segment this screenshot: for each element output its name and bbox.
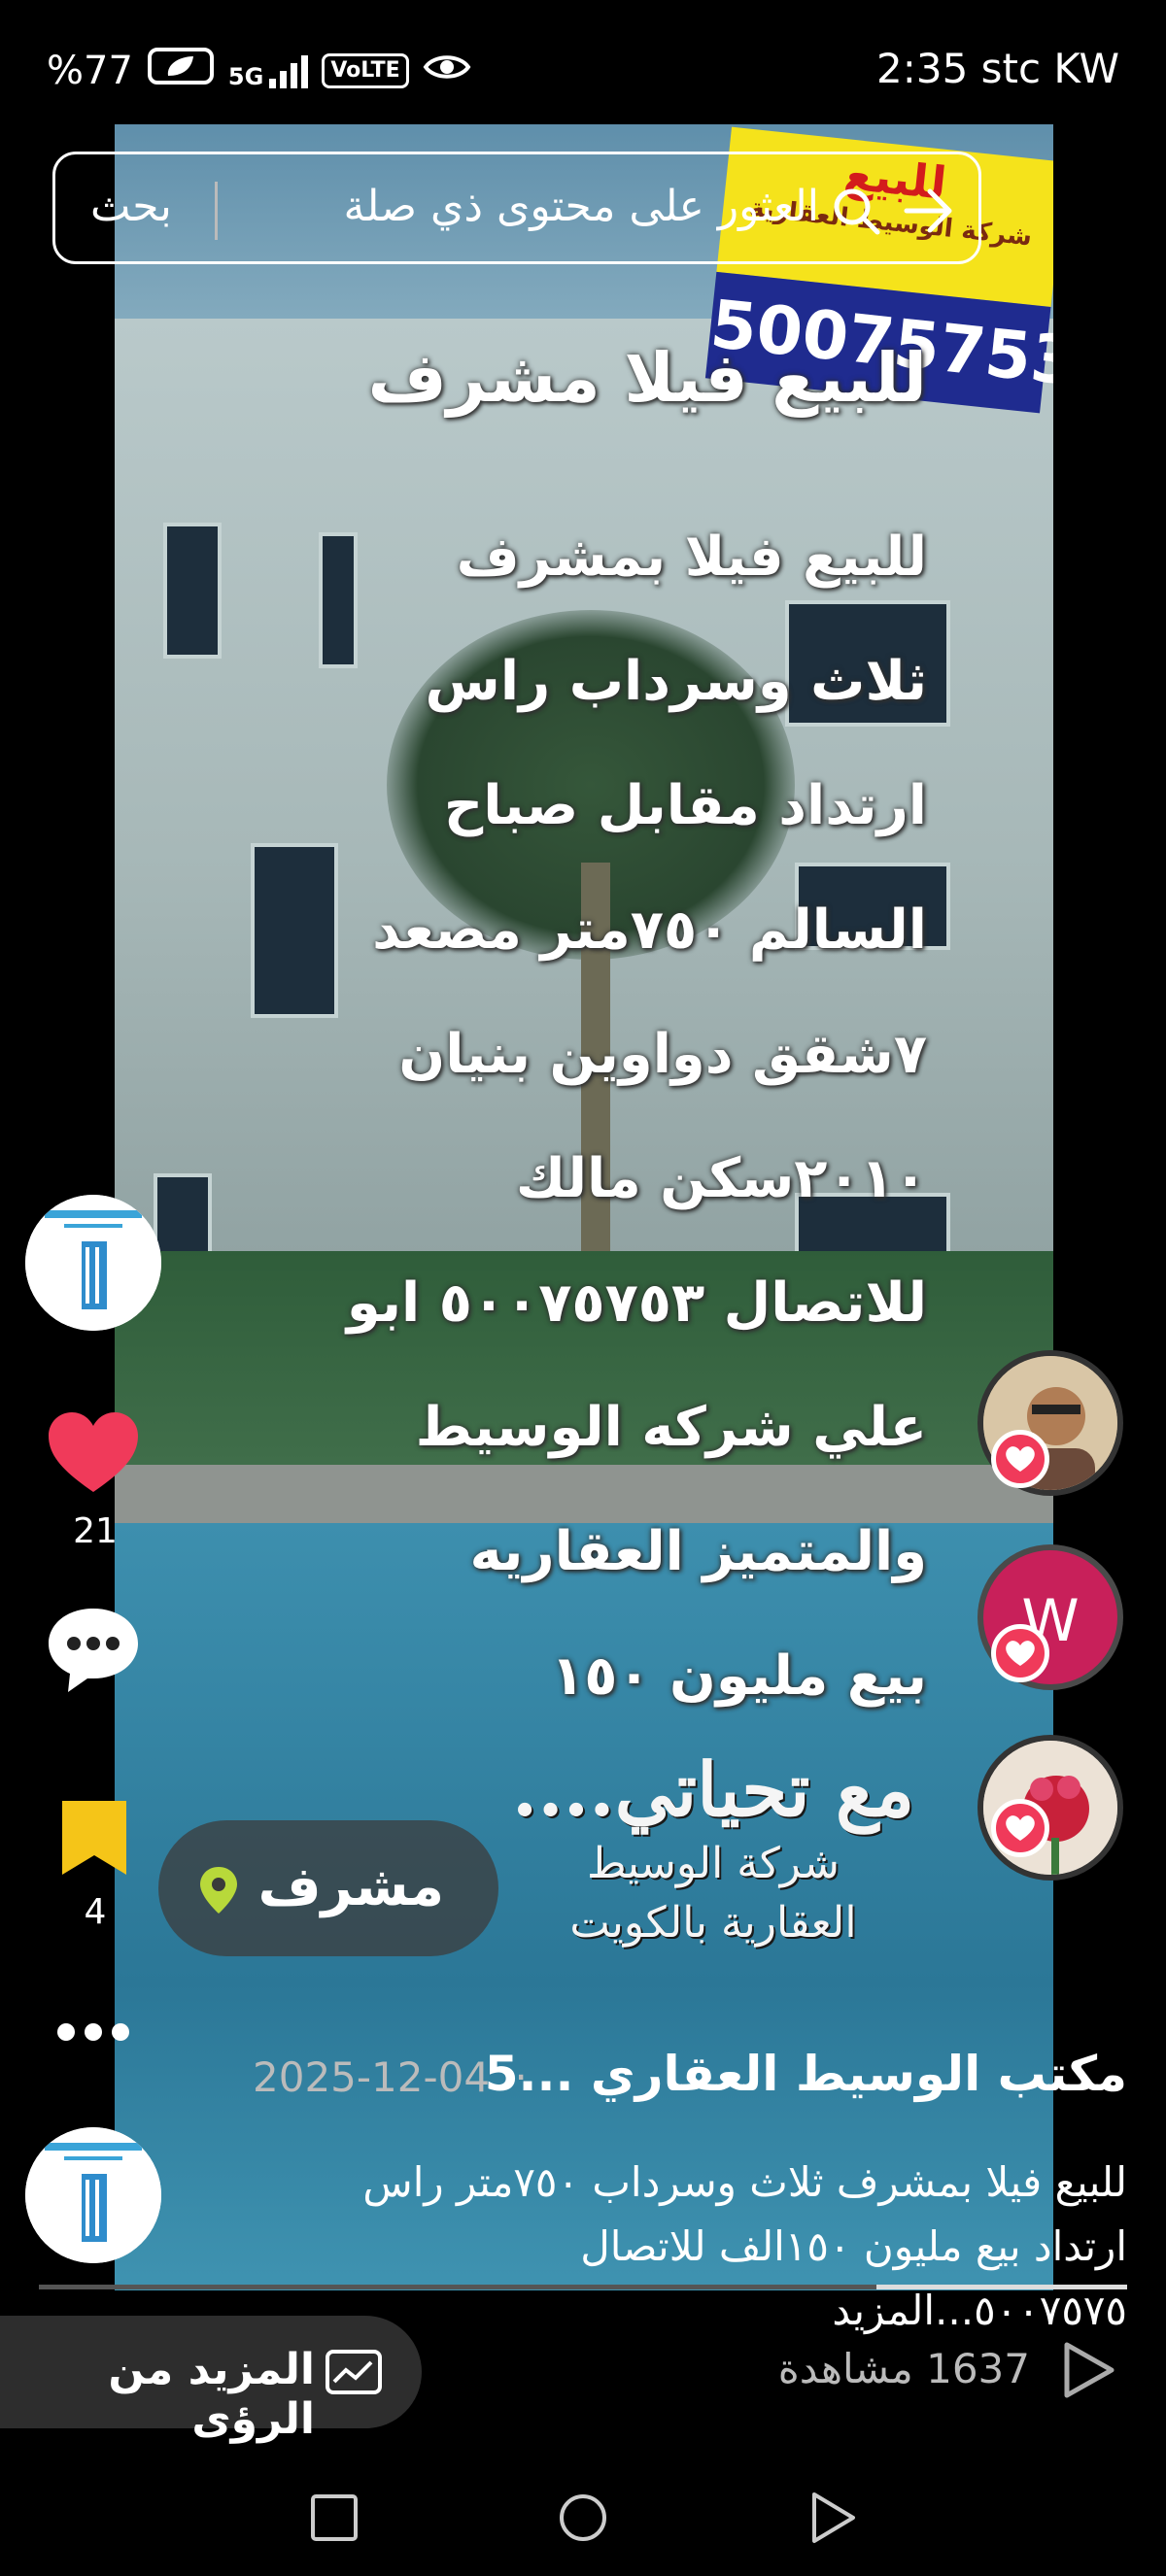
signal-icon: 5G — [228, 53, 309, 88]
search-icon — [831, 186, 881, 236]
video-caption: للبيع فيلا مشرف للبيع فيلا بمشرف ثلاث وس… — [227, 338, 927, 1739]
status-icons: %77 5G VoLTE — [47, 47, 471, 95]
profile-avatar[interactable] — [25, 1195, 161, 1331]
video-caption-line: علي شركه الوسيط — [415, 1396, 927, 1459]
save-count: 4 — [84, 1892, 107, 1932]
time-carrier: 2:35 stc KW — [875, 45, 1119, 92]
heart-icon — [991, 1799, 1049, 1857]
video-caption-line: والمتميز العقاريه — [469, 1520, 927, 1583]
status-bar: %77 5G VoLTE 2:35 stc KW — [0, 0, 1166, 117]
video-watermark: مع تحياتي.... شركة الوسيط العقارية بالكو… — [511, 1746, 915, 1948]
volte-badge: VoLTE — [322, 53, 409, 88]
location-label: مشرف — [257, 1855, 444, 1918]
video-caption-line: ٧شقق دواوين بنيان — [398, 1023, 927, 1086]
more-insights-label: المزيد من الرؤى — [108, 2345, 315, 2444]
like-count: 21 — [73, 1511, 118, 1551]
trending-chart-icon — [325, 2349, 383, 2395]
video-player[interactable]: للبيع شركة الوسيط العقارية 50075753 للبي… — [115, 124, 1053, 2290]
search-divider — [215, 182, 218, 240]
location-chip[interactable]: مشرف — [158, 1820, 498, 1956]
comment-button[interactable] — [45, 1603, 142, 1700]
search-button[interactable]: بحث — [90, 182, 172, 231]
video-caption-line: للاتصال ٥٠٠٧٥٧٥٣ ابو — [346, 1271, 927, 1335]
bookmark-button[interactable] — [58, 1797, 130, 1882]
battery-saver-icon — [147, 47, 215, 95]
video-progress-bar[interactable] — [39, 2285, 1127, 2289]
search-bar[interactable]: العثور على محتوى ذي صلة بحث — [52, 152, 981, 264]
search-input[interactable]: العثور على محتوى ذي صلة — [343, 182, 819, 231]
post-date: 2025-12-04 · — [253, 2053, 528, 2101]
view-count: 1637 مشاهدة — [777, 2345, 1030, 2392]
system-nav-bar — [0, 2467, 1166, 2576]
like-button[interactable] — [45, 1408, 142, 1500]
eye-comfort-icon — [423, 49, 471, 93]
post-description[interactable]: للبيع فيلا بمشرف ثلاث وسرداب ٧٥٠متر راس … — [292, 2151, 1127, 2343]
play-icon[interactable] — [1059, 2339, 1117, 2401]
battery-percent: %77 — [47, 49, 133, 93]
author-name[interactable]: مكتب الوسيط العقاري ...5 — [485, 2046, 1127, 2102]
video-caption-line: بيع مليون ١٥٠ — [551, 1644, 927, 1708]
video-caption-title: للبيع فيلا مشرف — [367, 338, 927, 418]
home-button[interactable] — [552, 2487, 614, 2549]
recents-button[interactable] — [303, 2487, 365, 2549]
location-pin-icon — [197, 1865, 240, 1919]
heart-icon — [991, 1624, 1049, 1682]
author-avatar[interactable] — [25, 2127, 161, 2263]
video-caption-line: ارتداد مقابل صباح — [443, 774, 927, 837]
back-button[interactable] — [801, 2487, 863, 2549]
back-arrow-icon[interactable] — [901, 184, 955, 238]
heart-icon — [991, 1430, 1049, 1488]
more-insights-button[interactable]: المزيد من الرؤى — [0, 2316, 422, 2444]
video-caption-line: السالم ٧٥٠متر مصعد — [372, 898, 927, 962]
more-options-icon[interactable] — [54, 2020, 132, 2048]
video-caption-line: للبيع فيلا بمشرف — [456, 525, 927, 589]
video-caption-line: ثلاث وسرداب راس — [425, 650, 927, 713]
video-progress-fill — [876, 2285, 1127, 2289]
video-caption-line: ٢٠١٠سكن مالك — [515, 1147, 927, 1210]
